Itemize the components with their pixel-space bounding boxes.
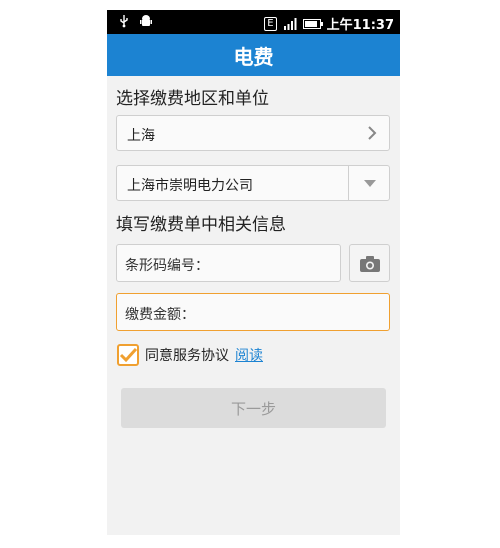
battery-icon — [302, 18, 323, 29]
chevron-right-icon — [368, 126, 377, 140]
signal-icon — [283, 17, 297, 30]
amount-input[interactable]: 缴费金额： — [116, 293, 390, 331]
company-dropdown[interactable]: 上海市崇明电力公司 — [116, 165, 390, 201]
scan-barcode-button[interactable] — [349, 244, 390, 282]
camera-icon — [360, 256, 380, 272]
next-step-label: 下一步 — [230, 399, 276, 418]
amount-placeholder: 缴费金额： — [125, 307, 195, 323]
company-value: 上海市崇明电力公司 — [127, 178, 253, 194]
agree-checkbox[interactable] — [117, 344, 139, 366]
agreement-row: 同意服务协议 阅读 — [117, 344, 263, 366]
android-icon — [140, 15, 152, 26]
network-type-badge: E — [264, 16, 277, 31]
barcode-input[interactable]: 条形码编号： — [116, 244, 341, 282]
region-selector[interactable]: 上海 — [116, 115, 390, 151]
status-bar: E 上午11:37 — [107, 10, 400, 34]
section-title-info: 填写缴费单中相关信息 — [116, 215, 286, 235]
usb-icon — [120, 15, 128, 28]
next-step-button[interactable]: 下一步 — [121, 388, 386, 428]
read-agreement-link[interactable]: 阅读 — [235, 345, 263, 365]
barcode-placeholder: 条形码编号： — [125, 258, 209, 274]
dropdown-divider — [348, 166, 349, 200]
phone-screen: E 上午11:37 电费 选择缴费地区和单位 上海 上海市崇明电力公司 填写缴费… — [107, 10, 400, 535]
page-title: 电费 — [233, 44, 274, 69]
chevron-down-icon — [364, 180, 376, 187]
agreement-label: 同意服务协议 — [145, 348, 229, 364]
region-value: 上海 — [127, 128, 155, 144]
title-bar: 电费 — [107, 34, 400, 76]
section-title-region: 选择缴费地区和单位 — [116, 89, 269, 109]
status-time: 上午11:37 — [326, 18, 394, 33]
